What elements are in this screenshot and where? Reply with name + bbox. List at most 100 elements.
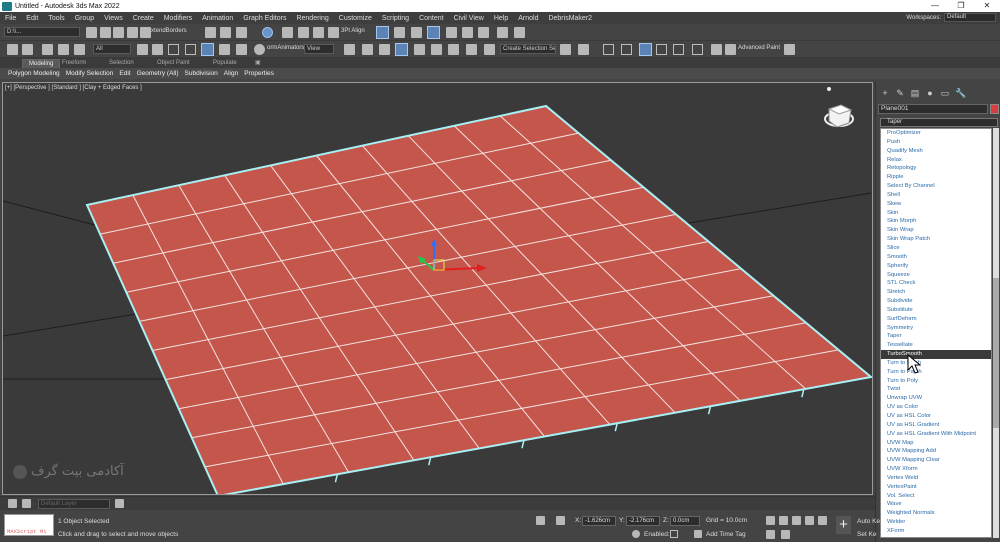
viewcube[interactable] [824, 87, 854, 128]
modifier-list-item[interactable]: Wave [881, 500, 991, 509]
modifier-list-item[interactable]: Select By Channel [881, 182, 991, 191]
selection-filter-icon[interactable] [140, 27, 151, 38]
select-object-icon[interactable] [100, 27, 111, 38]
modifier-list-item[interactable]: UVW Mapping Add [881, 447, 991, 456]
set-key-button[interactable]: Set Ke [857, 531, 877, 538]
modifier-list-item[interactable]: Retopology [881, 164, 991, 173]
animators-label[interactable]: ormAnimators [267, 45, 304, 51]
edit-named-sets-icon[interactable] [446, 27, 457, 38]
object-color-swatch[interactable] [990, 104, 999, 114]
window-crossing-icon[interactable] [127, 27, 138, 38]
ribbon-subdivision[interactable]: Subdivision [185, 70, 218, 77]
modifier-list-item[interactable]: Skin Wrap [881, 226, 991, 235]
tab-selection[interactable]: Selection [109, 59, 134, 68]
menu-debrismaker[interactable]: DebrisMaker2 [543, 15, 597, 22]
time-tag-icon[interactable] [694, 530, 702, 538]
select-link-icon[interactable] [42, 44, 53, 55]
rotate-icon[interactable] [219, 44, 230, 55]
menu-group[interactable]: Group [70, 15, 99, 22]
plane-object[interactable] [87, 106, 871, 495]
menu-graph-editors[interactable]: Graph Editors [238, 15, 291, 22]
layer-icon[interactable] [8, 499, 17, 508]
menu-views[interactable]: Views [99, 15, 128, 22]
modifier-list-item[interactable]: Push [881, 138, 991, 147]
key-mode-icon[interactable] [766, 530, 775, 539]
advanced-paint-label[interactable]: Advanced Paint [738, 45, 780, 51]
modifier-list-scrollbar[interactable] [993, 128, 999, 538]
toggle-ribbon-icon[interactable] [621, 44, 632, 55]
redo-icon[interactable] [22, 44, 33, 55]
select-object-2-icon[interactable] [137, 44, 148, 55]
ribbon-align[interactable]: Align [224, 70, 238, 77]
modifier-list-item[interactable]: Relax [881, 156, 991, 165]
layer-add-icon[interactable] [22, 499, 31, 508]
edit-named-icon[interactable] [484, 44, 495, 55]
go-to-end-icon[interactable] [818, 516, 827, 525]
modifier-list-item[interactable]: UVW Mapping Clear [881, 456, 991, 465]
ribbon-edit[interactable]: Edit [119, 70, 130, 77]
tab-freeform[interactable]: Freeform [62, 59, 86, 68]
window-select-icon[interactable] [185, 44, 196, 55]
auto-key-button[interactable]: Auto Ke [857, 518, 880, 525]
ribbon-polygon-modeling[interactable]: Polygon Modeling [8, 70, 60, 77]
project-dropdown[interactable]: D:\\... [4, 27, 80, 37]
menu-animation[interactable]: Animation [197, 15, 238, 22]
modifier-list-item[interactable]: SurfDeform [881, 315, 991, 324]
menu-create[interactable]: Create [128, 15, 159, 22]
menu-scripting[interactable]: Scripting [377, 15, 414, 22]
menu-help[interactable]: Help [489, 15, 513, 22]
play-icon[interactable] [792, 516, 801, 525]
render-frame-icon[interactable] [514, 27, 525, 38]
material-editor-2-icon[interactable] [692, 44, 703, 55]
snap-toggle-icon[interactable] [376, 26, 389, 39]
modifier-list-item[interactable]: UV as Color [881, 403, 991, 412]
render-setup-2-icon[interactable] [711, 44, 722, 55]
selection-filter-dropdown[interactable]: All [93, 44, 131, 54]
snaps-icon[interactable] [395, 43, 408, 56]
viewport-navigation-plus-icon[interactable]: + [836, 516, 851, 534]
modify-tab-icon[interactable]: ✎ [895, 88, 905, 98]
tab-object-paint[interactable]: Object Paint [157, 59, 190, 68]
modifier-list-dropdown[interactable]: Taper [880, 118, 998, 127]
modifier-list-item[interactable]: UV as HSL Gradient With Midpoint [881, 430, 991, 439]
undo-icon[interactable] [7, 44, 18, 55]
array-icon[interactable] [298, 27, 309, 38]
display-tab-icon[interactable]: ▭ [940, 88, 950, 98]
material-editor-icon[interactable] [478, 27, 489, 38]
move-icon[interactable] [201, 43, 214, 56]
modifier-list-item[interactable]: Shell [881, 191, 991, 200]
percent-snap-2-icon[interactable] [431, 44, 442, 55]
viewport-canvas[interactable] [3, 83, 873, 495]
modifier-list-item[interactable]: Stretch [881, 288, 991, 297]
modifier-list-item[interactable]: TurboSmooth [881, 350, 991, 359]
curve-editor-icon[interactable] [462, 27, 473, 38]
modifier-list-item[interactable]: Skin [881, 209, 991, 218]
ribbon-properties[interactable]: Properties [244, 70, 274, 77]
selection-set-dropdown[interactable]: Create Selection Se [500, 44, 556, 54]
menu-tools[interactable]: Tools [43, 15, 69, 22]
modifier-list-item[interactable]: Turn to Patch [881, 368, 991, 377]
reference-coord-dropdown[interactable]: View [304, 44, 334, 54]
modifier-list-item[interactable]: Slice [881, 244, 991, 253]
modifier-list-item[interactable]: Ripple [881, 173, 991, 182]
modifier-list-item[interactable]: UVW Map [881, 439, 991, 448]
close-button[interactable]: ✕ [974, 0, 1000, 12]
modifier-list-item[interactable]: ProOptimizer [881, 129, 991, 138]
modifier-list-item[interactable]: Skin Wrap Patch [881, 235, 991, 244]
modifier-list-item[interactable]: Substitute [881, 306, 991, 315]
select-by-name-icon[interactable] [152, 44, 163, 55]
modifier-list-item[interactable]: Quadify Mesh [881, 147, 991, 156]
modifier-list[interactable]: ProOptimizer Push Quadify Mesh Relax Retopol… [880, 128, 992, 538]
modifier-list-item[interactable]: XForm [881, 527, 991, 536]
menu-content[interactable]: Content [414, 15, 449, 22]
modifier-list-item[interactable]: UV as HSL Color [881, 412, 991, 421]
lock-selection-icon[interactable] [536, 516, 545, 525]
link-icon[interactable] [86, 27, 97, 38]
modifier-list-item[interactable]: Twist [881, 385, 991, 394]
modifier-list-item[interactable]: STL Check [881, 279, 991, 288]
three-point-align-label[interactable]: 3Pt Align [341, 28, 365, 34]
ribbon-options-icon[interactable]: ▣ [255, 59, 261, 68]
viewcube-home-icon[interactable] [827, 87, 831, 91]
scrollbar-thumb[interactable] [993, 278, 999, 428]
modifier-list-item[interactable]: Taper [881, 332, 991, 341]
